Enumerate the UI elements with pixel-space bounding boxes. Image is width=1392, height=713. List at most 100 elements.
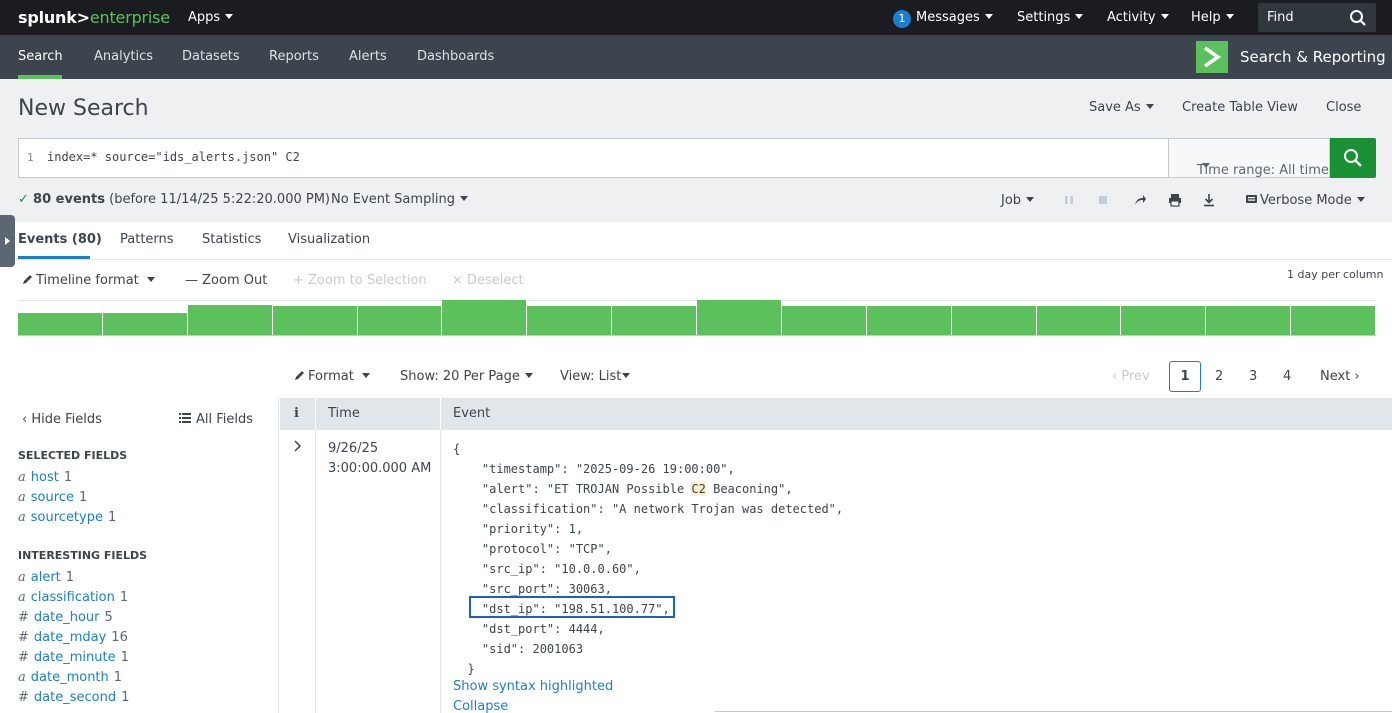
timeline-bar[interactable] — [1206, 306, 1292, 335]
timeline-bar[interactable] — [102, 312, 188, 335]
field-name[interactable]: host — [31, 470, 59, 485]
per-page-dropdown[interactable]: Show: 20 Per Page — [400, 369, 533, 384]
chevron-down-icon — [1026, 197, 1035, 202]
timeline-bar[interactable] — [1121, 306, 1207, 335]
search-icon[interactable] — [1349, 9, 1367, 27]
collapse-link[interactable]: Collapse — [453, 699, 508, 713]
field-date-hour[interactable]: # date_hour 5 — [18, 610, 113, 625]
format-menu[interactable]: Format — [294, 369, 370, 384]
nav-analytics[interactable]: Analytics — [94, 49, 153, 64]
run-search-button[interactable] — [1330, 138, 1376, 178]
tab-events[interactable]: Events (80) — [18, 232, 102, 247]
zoom-out-button[interactable]: — Zoom Out — [185, 273, 267, 288]
field-name[interactable]: classification — [31, 590, 115, 605]
tab-statistics[interactable]: Statistics — [202, 232, 261, 247]
expand-event-icon[interactable] — [292, 440, 304, 452]
help-menu[interactable]: Help — [1191, 10, 1234, 25]
print-icon[interactable] — [1168, 193, 1182, 207]
nav-reports[interactable]: Reports — [269, 49, 319, 64]
find-input[interactable]: Find — [1258, 3, 1376, 32]
zoom-to-selection-button[interactable]: + Zoom to Selection — [293, 273, 427, 288]
pause-icon[interactable] — [1062, 193, 1076, 207]
timeline-format-menu[interactable]: Timeline format — [22, 273, 155, 288]
event-raw-text[interactable]: { "timestamp": "2025-09-26 19:00:00", "a… — [453, 439, 843, 679]
field-alert[interactable]: a alert 1 — [18, 570, 74, 585]
field-date-month[interactable]: a date_month 1 — [18, 670, 122, 685]
activity-menu[interactable]: Activity — [1107, 10, 1169, 25]
field-source[interactable]: a source 1 — [18, 490, 87, 505]
timeline-bar[interactable] — [187, 304, 273, 335]
timeline-bar[interactable] — [442, 300, 528, 335]
field-classification[interactable]: a classification 1 — [18, 590, 128, 605]
export-icon[interactable] — [1202, 193, 1216, 207]
nav-datasets[interactable]: Datasets — [182, 49, 240, 64]
view-dropdown[interactable]: View: List — [560, 369, 631, 384]
field-name[interactable]: date_mday — [34, 630, 106, 645]
chevron-down-icon — [1160, 14, 1169, 19]
field-name[interactable]: date_minute — [34, 650, 116, 665]
timeline-bar[interactable] — [272, 306, 358, 335]
all-fields-button[interactable]: All Fields — [179, 412, 253, 427]
page-2-button[interactable]: 2 — [1215, 369, 1223, 384]
field-name[interactable]: source — [31, 490, 74, 505]
tab-patterns[interactable]: Patterns — [120, 232, 174, 247]
job-menu[interactable]: Job — [1001, 193, 1035, 208]
timeline-bar[interactable] — [1036, 306, 1122, 335]
field-count: 1 — [107, 510, 117, 525]
event-timeline[interactable] — [18, 300, 1376, 336]
timeline-bar[interactable] — [781, 306, 867, 335]
messages-menu[interactable]: 1 Messages — [893, 10, 993, 28]
event-column-header: Event — [453, 406, 491, 421]
close-button[interactable]: Close — [1326, 100, 1361, 115]
timeline-bar[interactable] — [357, 306, 443, 335]
timeline-bar[interactable] — [697, 300, 782, 335]
deselect-button[interactable]: × Deselect — [452, 273, 524, 288]
page-1-button[interactable]: 1 — [1169, 361, 1201, 392]
field-count: 16 — [111, 630, 128, 645]
tab-visualization[interactable]: Visualization — [288, 232, 370, 247]
timeline-bar[interactable] — [18, 312, 103, 335]
field-name[interactable]: date_month — [31, 670, 109, 685]
show-syntax-highlighted-link[interactable]: Show syntax highlighted — [453, 679, 613, 694]
field-name[interactable]: sourcetype — [31, 510, 103, 525]
field-name[interactable]: date_hour — [34, 610, 100, 625]
nav-search[interactable]: Search — [18, 49, 63, 64]
nav-dashboards[interactable]: Dashboards — [417, 49, 494, 64]
page-4-button[interactable]: 4 — [1283, 369, 1291, 384]
settings-menu[interactable]: Settings — [1017, 10, 1084, 25]
chevron-down-icon — [146, 277, 155, 282]
nav-alerts[interactable]: Alerts — [349, 49, 387, 64]
timeline-bar[interactable] — [951, 306, 1037, 335]
event-sampling-dropdown[interactable]: No Event Sampling — [331, 192, 469, 207]
search-query-text[interactable]: index=* source="ids_alerts.json" C2 — [47, 150, 300, 164]
search-mode-dropdown[interactable]: Verbose Mode — [1246, 193, 1365, 208]
search-icon — [1344, 149, 1362, 167]
splunk-logo[interactable]: splunk>enterprise — [18, 8, 170, 27]
timeline-bar[interactable] — [527, 306, 613, 335]
numeric-type-icon: # — [18, 690, 29, 705]
create-table-view-button[interactable]: Create Table View — [1182, 100, 1298, 115]
share-icon[interactable] — [1133, 193, 1147, 207]
next-page-button[interactable]: Next › — [1320, 369, 1360, 384]
field-sourcetype[interactable]: a sourcetype 1 — [18, 510, 116, 525]
prev-page-button[interactable]: ‹ Prev — [1112, 369, 1150, 384]
field-date-second[interactable]: # date_second 1 — [18, 690, 129, 705]
hide-fields-button[interactable]: ‹ Hide Fields — [22, 412, 102, 427]
apps-menu[interactable]: Apps — [188, 10, 234, 25]
time-range-picker[interactable]: Time range: All time — [1168, 138, 1330, 178]
pencil-icon — [23, 275, 32, 284]
timeline-bar[interactable] — [866, 306, 952, 335]
field-name[interactable]: alert — [31, 570, 61, 585]
field-date-minute[interactable]: # date_minute 1 — [18, 650, 129, 665]
page-3-button[interactable]: 3 — [1249, 369, 1257, 384]
timeline-bar[interactable] — [1291, 306, 1376, 335]
field-host[interactable]: a host 1 — [18, 470, 72, 485]
field-name[interactable]: date_second — [34, 690, 116, 705]
sidebar-drag-handle[interactable] — [0, 215, 15, 267]
time-column-header[interactable]: Time — [328, 406, 360, 421]
stop-icon[interactable] — [1096, 193, 1110, 207]
search-query-input[interactable]: 1 index=* source="ids_alerts.json" C2 — [18, 138, 1169, 178]
timeline-bar[interactable] — [612, 306, 697, 335]
save-as-button[interactable]: Save As — [1089, 100, 1154, 115]
field-date-mday[interactable]: # date_mday 16 — [18, 630, 128, 645]
